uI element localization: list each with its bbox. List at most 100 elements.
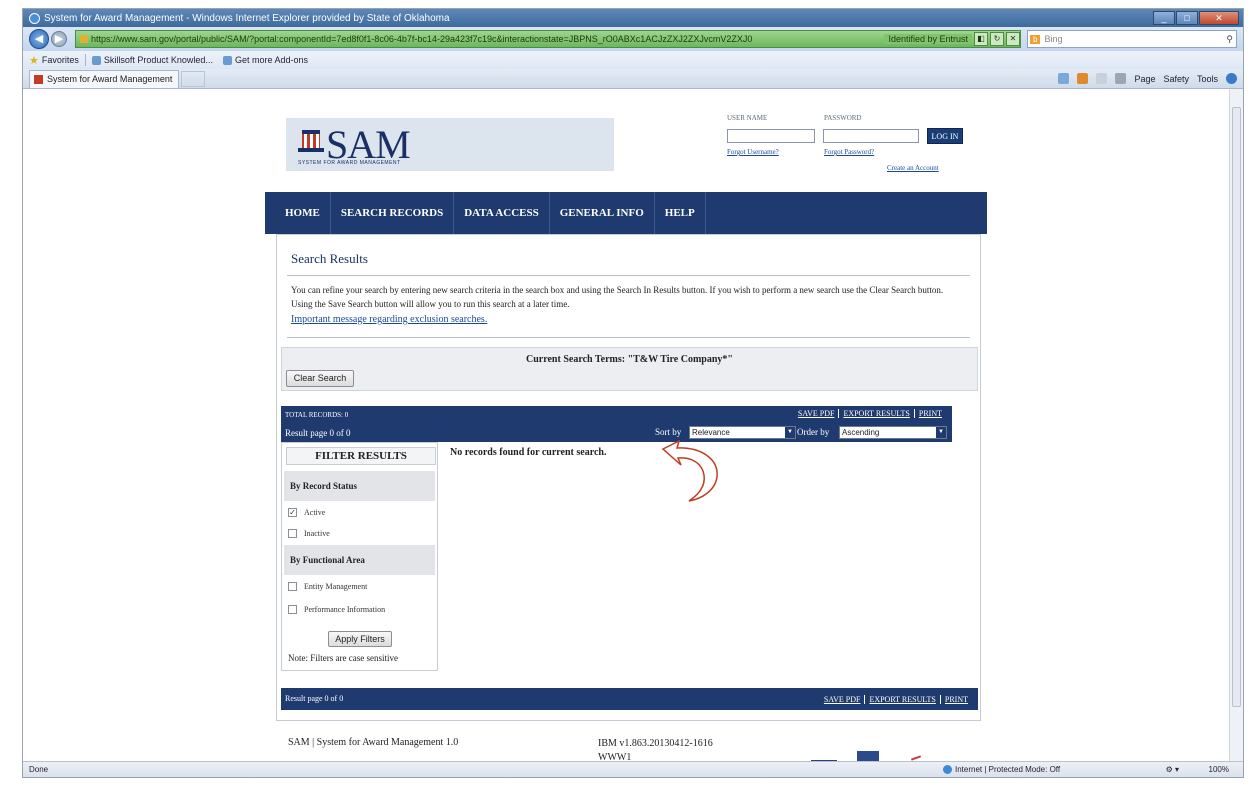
order-value: Ascending	[842, 428, 880, 437]
exclusion-message-link[interactable]: Important message regarding exclusion se…	[291, 314, 487, 325]
title-bar: System for Award Management - Windows In…	[23, 9, 1243, 27]
results-footer-bar: Result page 0 of 0 SAVE PDF EXPORT RESULT…	[281, 688, 978, 710]
result-page-info: Result page 0 of 0	[285, 428, 351, 438]
page-content: SAM SYSTEM FOR AWARD MANAGEMENT USER NAM…	[23, 89, 1229, 772]
page-menu[interactable]: Page	[1134, 74, 1155, 84]
version-text: IBM v1.863.20130412-1616	[598, 738, 713, 749]
safety-menu[interactable]: Safety	[1163, 74, 1189, 84]
nav-home[interactable]: HOME	[275, 192, 331, 234]
sort-label: Sort by	[655, 427, 682, 437]
print-link[interactable]: PRINT	[941, 695, 972, 704]
chevron-down-icon: ▼	[785, 427, 795, 438]
back-button[interactable]: ◀	[29, 29, 49, 49]
entity-management-checkbox[interactable]	[288, 582, 297, 591]
favorites-bar: ★ Favorites Skillsoft Product Knowled...…	[23, 51, 1243, 69]
nav-data-access[interactable]: DATA ACCESS	[454, 192, 550, 234]
search-icon[interactable]: ⚲	[1226, 34, 1233, 45]
performance-information-checkbox[interactable]	[288, 605, 297, 614]
clear-search-button[interactable]: Clear Search	[286, 370, 354, 387]
export-results-link[interactable]: EXPORT RESULTS	[839, 409, 915, 418]
filter-title: FILTER RESULTS	[286, 447, 436, 465]
favorites-button[interactable]: Favorites	[42, 55, 79, 65]
username-label: USER NAME	[727, 114, 768, 122]
nav-search-records[interactable]: SEARCH RECORDS	[331, 192, 455, 234]
vertical-scrollbar[interactable]	[1229, 89, 1243, 761]
window-title: System for Award Management - Windows In…	[44, 12, 450, 24]
filter-inactive[interactable]: Inactive	[288, 529, 330, 538]
print-icon[interactable]	[1115, 73, 1127, 84]
chevron-down-icon: ▼	[936, 427, 946, 438]
divider	[84, 54, 86, 66]
tab-sam[interactable]: System for Award Management	[29, 69, 179, 88]
filter-performance-information[interactable]: Performance Information	[288, 605, 385, 614]
command-bar: Page Safety Tools	[1050, 73, 1237, 84]
decorative-mark	[910, 755, 922, 761]
divider	[287, 337, 970, 338]
favorite-link-skillsoft[interactable]: Skillsoft Product Knowled...	[91, 55, 213, 65]
refresh-icon[interactable]: ↻	[990, 32, 1004, 46]
mail-icon[interactable]	[1096, 73, 1108, 84]
address-row: ◀ ▶ https://www.sam.gov/portal/public/SA…	[23, 27, 1243, 51]
security-badge[interactable]: Identified by Entrust	[884, 34, 972, 44]
new-tab-button[interactable]	[181, 70, 205, 87]
site-header: SAM SYSTEM FOR AWARD MANAGEMENT USER NAM…	[271, 89, 986, 192]
tools-menu[interactable]: Tools	[1197, 74, 1218, 84]
record-status-heading: By Record Status	[284, 471, 435, 501]
create-account-link[interactable]: Create an Account	[887, 164, 939, 172]
favorites-star-icon[interactable]: ★	[29, 54, 39, 67]
zoom-level[interactable]: 100%	[1209, 765, 1229, 774]
save-pdf-link[interactable]: SAVE PDF	[819, 695, 866, 704]
status-bar: Done Internet | Protected Mode: Off ⚙ ▾ …	[23, 761, 1243, 777]
stop-icon[interactable]: ✕	[1006, 32, 1020, 46]
export-results-link[interactable]: EXPORT RESULTS	[865, 695, 941, 704]
filter-entity-management[interactable]: Entity Management	[288, 582, 367, 591]
tab-label: System for Award Management	[47, 74, 173, 84]
ie-icon	[29, 12, 40, 24]
globe-icon	[943, 765, 952, 774]
maximize-button[interactable]: □	[1176, 11, 1198, 25]
forgot-password-link[interactable]: Forgot Password?	[824, 148, 874, 156]
scrollbar-thumb[interactable]	[1232, 107, 1241, 707]
password-input[interactable]	[823, 129, 919, 143]
compatibility-icon[interactable]: ◧	[974, 32, 988, 46]
order-select[interactable]: Ascending ▼	[839, 426, 947, 439]
favorite-link-addons[interactable]: Get more Add-ons	[222, 55, 308, 65]
save-pdf-link[interactable]: SAVE PDF	[793, 409, 840, 418]
main-nav: HOME SEARCH RECORDS DATA ACCESS GENERAL …	[265, 192, 987, 234]
sam-logo[interactable]: SAM SYSTEM FOR AWARD MANAGEMENT	[286, 118, 614, 171]
apply-filters-button[interactable]: Apply Filters	[328, 631, 392, 647]
print-link[interactable]: PRINT	[915, 409, 946, 418]
browser-window: System for Award Management - Windows In…	[22, 8, 1244, 778]
help-icon[interactable]	[1226, 73, 1237, 84]
filter-active[interactable]: ✓ Active	[288, 508, 325, 517]
nav-help[interactable]: HELP	[655, 192, 706, 234]
tab-row: System for Award Management Page Safety …	[23, 69, 1243, 89]
current-search-terms: Current Search Terms: "T&W Tire Company*…	[526, 354, 733, 365]
close-button[interactable]: ✕	[1199, 11, 1239, 25]
login-button[interactable]: LOG IN	[927, 128, 963, 144]
status-tools-icon[interactable]: ⚙ ▾	[1166, 765, 1179, 774]
nav-general-info[interactable]: GENERAL INFO	[550, 192, 655, 234]
sort-value: Relevance	[692, 428, 730, 437]
active-checkbox[interactable]: ✓	[288, 508, 297, 517]
forward-button[interactable]: ▶	[51, 31, 67, 47]
search-provider: Bing	[1044, 34, 1063, 44]
browser-search-box[interactable]: b Bing ⚲	[1027, 30, 1237, 48]
bing-icon: b	[1030, 34, 1041, 44]
username-input[interactable]	[727, 129, 815, 143]
search-terms-box: Current Search Terms: "T&W Tire Company*…	[281, 347, 978, 391]
sort-select[interactable]: Relevance ▼	[689, 426, 796, 439]
rss-icon[interactable]	[1077, 73, 1089, 84]
status-text: Done	[29, 765, 49, 774]
filter-panel: FILTER RESULTS By Record Status ✓ Active…	[281, 442, 438, 671]
forgot-username-link[interactable]: Forgot Username?	[727, 148, 779, 156]
address-text: https://www.sam.gov/portal/public/SAM/?p…	[91, 34, 753, 44]
total-records: TOTAL RECORDS: 0	[285, 411, 349, 419]
password-label: PASSWORD	[824, 114, 862, 122]
minimize-button[interactable]: _	[1153, 11, 1175, 25]
address-bar[interactable]: https://www.sam.gov/portal/public/SAM/?p…	[75, 30, 1021, 48]
link-icon	[91, 55, 101, 65]
inactive-checkbox[interactable]	[288, 529, 297, 538]
security-zone[interactable]: Internet | Protected Mode: Off	[943, 765, 1060, 774]
home-icon[interactable]	[1058, 73, 1070, 84]
